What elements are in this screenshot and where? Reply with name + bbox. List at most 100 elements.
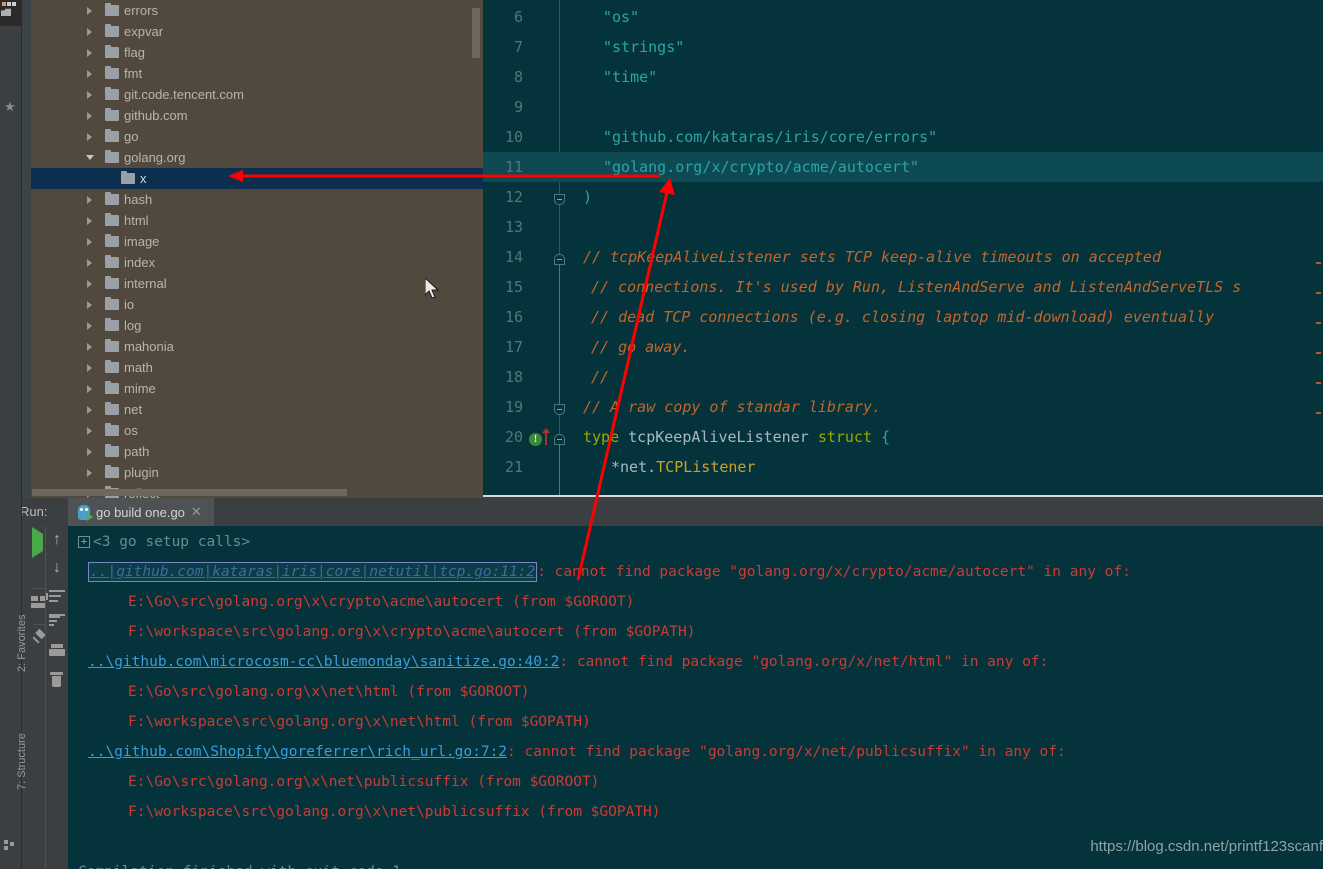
console-line-path-1-1[interactable]: E:\Go\src\golang.org\x\crypto\acme\autoc… [68, 587, 1323, 617]
chevron-right-icon[interactable] [87, 238, 92, 246]
chevron-right-icon[interactable] [87, 70, 92, 78]
tree-item-index[interactable]: index [31, 252, 483, 273]
tree-item-log[interactable]: log [31, 315, 483, 336]
clear-all-button[interactable] [50, 672, 70, 692]
chevron-right-icon[interactable] [87, 385, 92, 393]
scroll-end-button[interactable] [49, 616, 69, 636]
console-line-path-2-1[interactable]: E:\Go\src\golang.org\x\net\html (from $G… [68, 677, 1323, 707]
chevron-right-icon[interactable] [87, 343, 92, 351]
tree-vertical-scrollbar[interactable] [472, 8, 480, 58]
editor-line-11[interactable]: 11 "golang.org/x/crypto/acme/autocert" [483, 152, 1323, 182]
tree-horizontal-scrollbar[interactable] [32, 489, 347, 496]
editor-line-8[interactable]: 8 "time" [483, 62, 1323, 92]
console-line-path-2-2[interactable]: F:\workspace\src\golang.org\x\net\html (… [68, 707, 1323, 737]
editor-line-13[interactable]: 13 [483, 212, 1323, 242]
chevron-right-icon[interactable] [87, 364, 92, 372]
fold-marker-comment-open[interactable] [554, 254, 565, 265]
tree-item-path[interactable]: path [31, 441, 483, 462]
editor-line-16[interactable]: 16 // dead TCP connections (e.g. closing … [483, 302, 1323, 332]
chevron-right-icon[interactable] [87, 448, 92, 456]
chevron-right-icon[interactable] [87, 49, 92, 57]
chevron-right-icon[interactable] [87, 322, 92, 330]
tree-item-html[interactable]: html [31, 210, 483, 231]
editor-line-14[interactable]: 14 // tcpKeepAliveListener sets TCP keep-… [483, 242, 1323, 272]
editor-error-stripe[interactable] [1315, 0, 1321, 497]
tree-item-mahonia[interactable]: mahonia [31, 336, 483, 357]
project-tree-panel[interactable]: errors expvar flag fmt git.code.tencent.com g… [15, 0, 483, 498]
inspection-icon[interactable]: ! [529, 433, 542, 446]
console-line-error-3[interactable]: ..\github.com\Shopify\goreferrer\rich_ur… [68, 737, 1323, 767]
chevron-right-icon[interactable] [87, 469, 92, 477]
editor-line-15[interactable]: 15 // connections. It's used by Run, List… [483, 272, 1323, 302]
chevron-right-icon[interactable] [87, 28, 92, 36]
console-line-setup-calls[interactable]: + <3 go setup calls> [68, 527, 1323, 557]
close-icon[interactable]: ✕ [191, 504, 202, 520]
error-location-link[interactable]: ..\github.com\Shopify\goreferrer\rich_ur… [88, 744, 507, 760]
tree-item-net[interactable]: net [31, 399, 483, 420]
tree-item-expvar[interactable]: expvar [31, 21, 483, 42]
editor-line-18[interactable]: 18 // [483, 362, 1323, 392]
chevron-right-icon[interactable] [87, 301, 92, 309]
console-line-path-3-1[interactable]: E:\Go\src\golang.org\x\net\publicsuffix … [68, 767, 1323, 797]
tree-item-errors[interactable]: errors [31, 0, 483, 21]
chevron-right-icon[interactable] [87, 427, 92, 435]
console-line-error-2[interactable]: ..\github.com\microcosm-cc\bluemonday\sa… [68, 647, 1323, 677]
chevron-right-icon[interactable] [87, 217, 92, 225]
editor-line-9[interactable]: 9 [483, 92, 1323, 122]
tree-item-os[interactable]: os [31, 420, 483, 441]
console-line-final[interactable]: Compilation finished with exit code 1 [68, 857, 1323, 869]
tree-item-mime[interactable]: mime [31, 378, 483, 399]
tree-item-github-com[interactable]: github.com [31, 105, 483, 126]
tree-item-image[interactable]: image [31, 231, 483, 252]
tree-item-fmt[interactable]: fmt [31, 63, 483, 84]
chevron-right-icon[interactable] [87, 406, 92, 414]
editor-bottom-rule [483, 495, 1323, 497]
tree-item-git-code-tencent-com[interactable]: git.code.tencent.com [31, 84, 483, 105]
console-line-path-3-2[interactable]: F:\workspace\src\golang.org\x\net\public… [68, 797, 1323, 827]
fold-marker-struct[interactable] [554, 434, 565, 445]
soft-wrap-button[interactable] [49, 590, 69, 610]
tree-item-internal[interactable]: internal [31, 273, 483, 294]
editor-line-21[interactable]: 21 *net.TCPListener [483, 452, 1323, 482]
sidebar-tab-structure[interactable]: 7: Structure [0, 733, 28, 869]
expand-setup-calls-icon[interactable]: + [78, 536, 90, 548]
editor-line-17[interactable]: 17 // go away. [483, 332, 1323, 362]
console-line-path-1-2[interactable]: F:\workspace\src\golang.org\x\crypto\acm… [68, 617, 1323, 647]
chevron-right-icon[interactable] [87, 133, 92, 141]
up-button[interactable]: ↑ [47, 530, 67, 550]
editor-line-19[interactable]: 19 // A raw copy of standar library. [483, 392, 1323, 422]
tree-item-math[interactable]: math [31, 357, 483, 378]
chevron-right-icon[interactable] [87, 7, 92, 15]
console-line-error-1[interactable]: ..|github.com|kataras|iris|core|netutil|… [68, 557, 1323, 587]
editor-line-20[interactable]: 20 type tcpKeepAliveListener struct { [483, 422, 1323, 452]
tree-item-io[interactable]: io [31, 294, 483, 315]
chevron-right-icon[interactable] [87, 280, 92, 288]
chevron-right-icon[interactable] [87, 259, 92, 267]
editor-line-12[interactable]: 12) [483, 182, 1323, 212]
print-button[interactable] [49, 644, 69, 664]
down-button[interactable]: ↓ [47, 558, 67, 578]
run-tab-go-build[interactable]: go build one.go ✕ [68, 498, 214, 526]
error-location-link[interactable]: ..|github.com|kataras|iris|core|netutil|… [88, 562, 538, 582]
run-console-output[interactable]: + <3 go setup calls> ..|github.com|kataras… [68, 526, 1323, 869]
tree-item-plugin[interactable]: plugin [31, 462, 483, 483]
chevron-right-icon[interactable] [87, 196, 92, 204]
error-location-link[interactable]: ..\github.com\microcosm-cc\bluemonday\sa… [88, 654, 559, 670]
error-search-path: F:\workspace\src\golang.org\x\net\public… [128, 804, 661, 820]
method-override-arrow-icon[interactable] [542, 428, 550, 445]
tree-item-flag[interactable]: flag [31, 42, 483, 63]
tree-item-x[interactable]: x [31, 168, 483, 189]
chevron-down-icon[interactable] [86, 155, 94, 160]
editor-code-text: *net.TCPListener [611, 458, 756, 476]
editor-line-6[interactable]: 6 "os" [483, 2, 1323, 32]
editor-line-7[interactable]: 7 "strings" [483, 32, 1323, 62]
fold-marker-imports[interactable] [554, 194, 565, 205]
fold-marker-comment-close[interactable] [554, 404, 565, 415]
chevron-right-icon[interactable] [87, 91, 92, 99]
tree-item-hash[interactable]: hash [31, 189, 483, 210]
tree-item-go[interactable]: go [31, 126, 483, 147]
code-editor[interactable]: 6 "os" 7 "strings" 8 "time" 9 10 "github.com/kat… [483, 0, 1323, 497]
chevron-right-icon[interactable] [87, 112, 92, 120]
tree-item-golang-org[interactable]: golang.org [31, 147, 483, 168]
editor-line-10[interactable]: 10 "github.com/kataras/iris/core/errors" [483, 122, 1323, 152]
